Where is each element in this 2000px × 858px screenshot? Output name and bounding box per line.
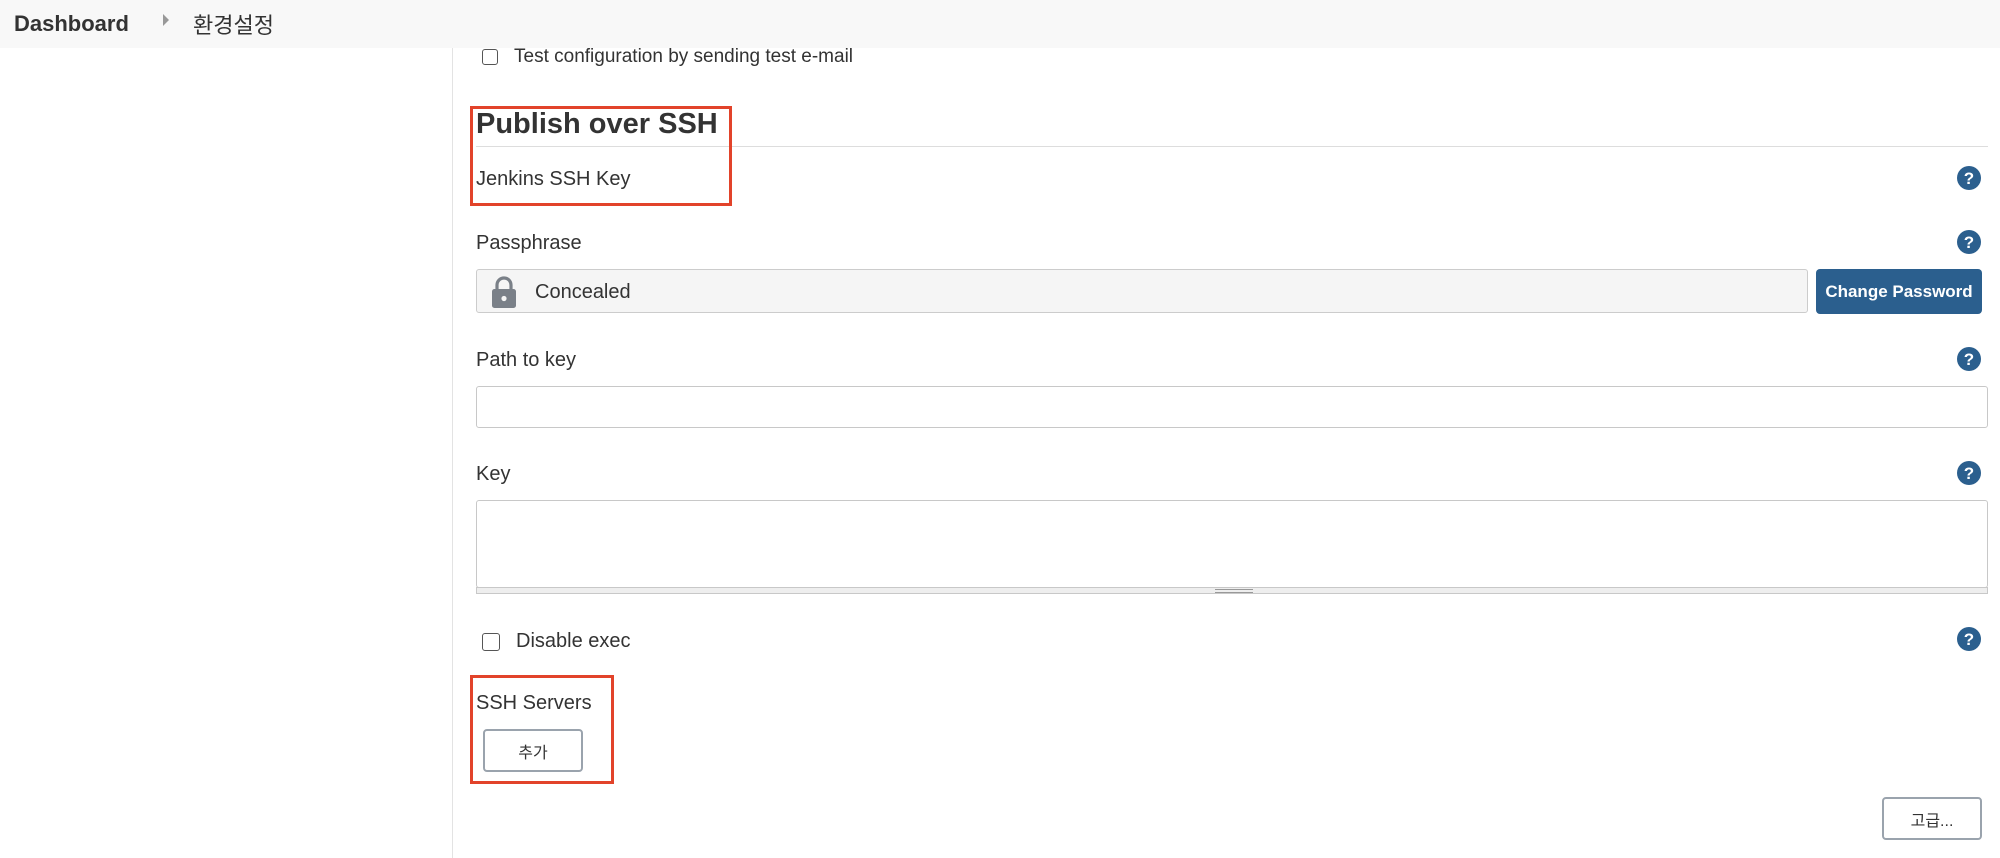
passphrase-field: Concealed (476, 269, 1808, 313)
key-label: Key (476, 463, 511, 485)
help-icon-key[interactable]: ? (1957, 461, 1981, 485)
test-email-row: Test configuration by sending test e-mai… (482, 46, 853, 68)
path-to-key-input[interactable] (476, 386, 1988, 428)
advanced-button[interactable]: 고급... (1882, 797, 1982, 840)
breadcrumb-dashboard-link[interactable]: Dashboard (14, 11, 129, 37)
highlight-box-ssh-servers (470, 675, 614, 784)
sidebar-divider (452, 48, 453, 858)
help-icon-disable-exec[interactable]: ? (1957, 627, 1981, 651)
breadcrumb: Dashboard 환경설정 (0, 0, 2000, 48)
test-email-checkbox[interactable] (482, 49, 498, 65)
test-email-label: Test configuration by sending test e-mai… (514, 46, 854, 67)
change-password-button[interactable]: Change Password (1816, 269, 1982, 314)
lock-icon (492, 276, 516, 308)
help-icon-path-to-key[interactable]: ? (1957, 347, 1981, 371)
highlight-box-publish-over-ssh (470, 106, 732, 206)
grip-icon (1215, 589, 1253, 593)
key-textarea[interactable] (476, 500, 1988, 588)
passphrase-label: Passphrase (476, 232, 582, 254)
disable-exec-checkbox[interactable] (482, 632, 500, 651)
help-icon-passphrase[interactable]: ? (1957, 230, 1981, 254)
disable-exec-label: Disable exec (516, 630, 631, 652)
path-to-key-label: Path to key (476, 349, 577, 371)
help-icon-jenkins-ssh-key[interactable]: ? (1957, 166, 1981, 190)
chevron-right-icon (163, 14, 169, 26)
breadcrumb-current[interactable]: 환경설정 (193, 8, 274, 40)
passphrase-value: Concealed (535, 281, 631, 303)
textarea-resize-handle[interactable] (476, 587, 1988, 594)
disable-exec-row: Disable exec (482, 630, 631, 653)
